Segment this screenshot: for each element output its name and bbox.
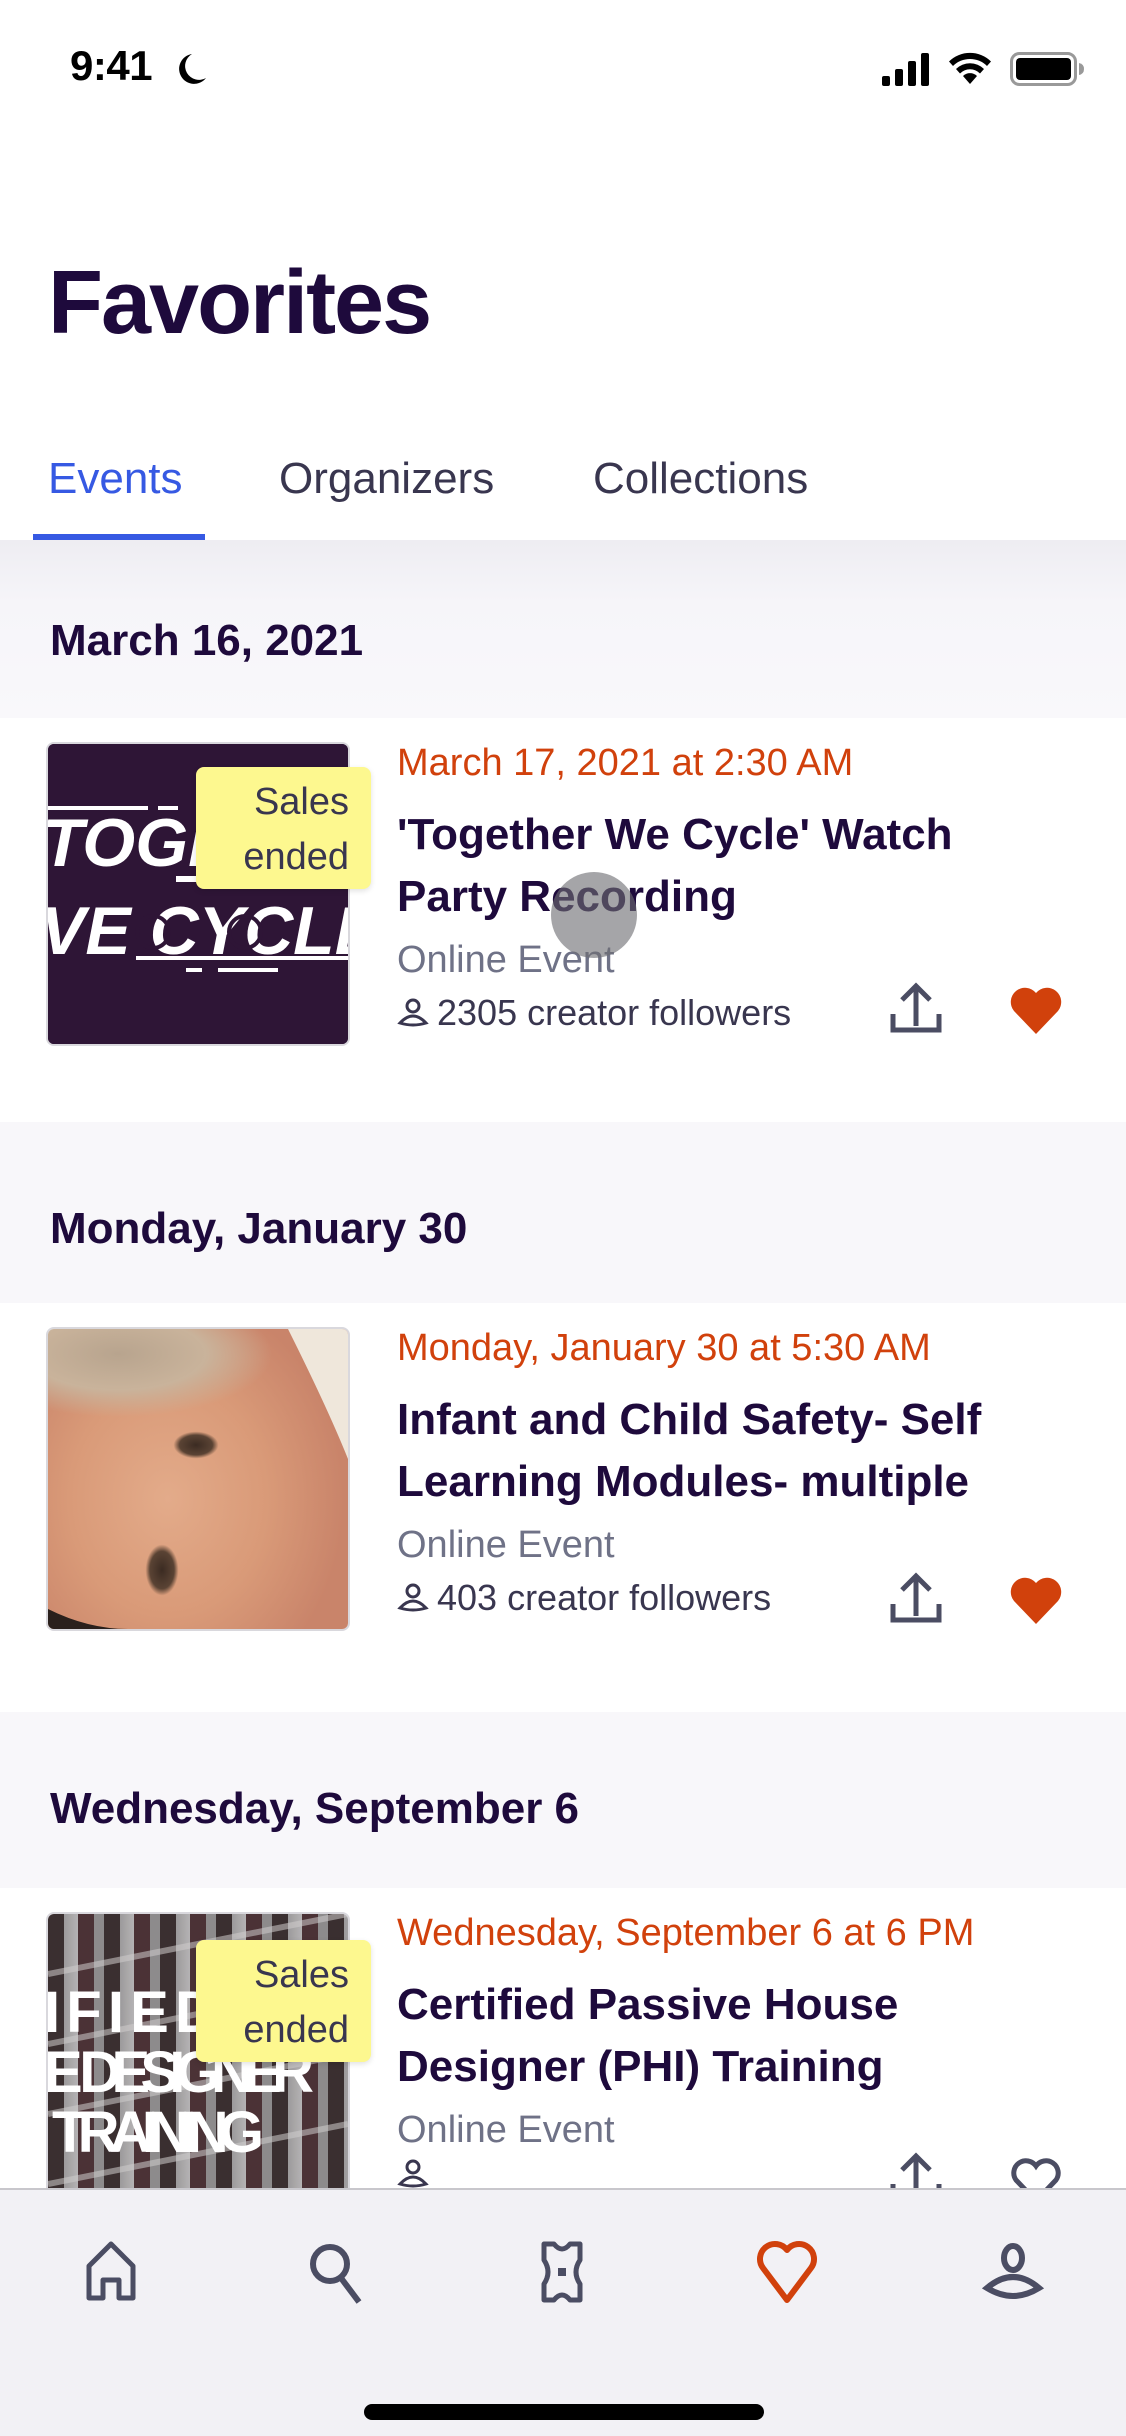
home-indicator [364, 2404, 764, 2420]
battery-icon [1010, 52, 1084, 86]
person-icon [397, 1583, 429, 1612]
share-icon[interactable] [888, 2148, 944, 2188]
event-card[interactable]: Monday, January 30 at 5:30 AM Infant and… [0, 1303, 1126, 1712]
ticket-icon[interactable] [530, 2240, 594, 2304]
cellular-signal-icon [882, 53, 929, 86]
event-location: Online Event [397, 2109, 615, 2151]
person-icon [397, 2159, 429, 2188]
heart-outline-icon[interactable] [1008, 2154, 1064, 2188]
event-date: March 17, 2021 at 2:30 AM [397, 742, 854, 784]
tab-collections[interactable]: Collections [593, 454, 808, 504]
share-icon[interactable] [888, 1568, 944, 1624]
tab-events[interactable]: Events [48, 454, 183, 504]
tab-bar-top: Events Organizers Collections [0, 440, 1126, 542]
badge-line2: ended [243, 836, 349, 878]
sales-ended-badge: Sales ended [196, 767, 371, 889]
section-header: Monday, January 30 [0, 1122, 1126, 1303]
event-info: March 17, 2021 at 2:30 AM 'Together We C… [397, 738, 1097, 1038]
tab-organizers[interactable]: Organizers [279, 454, 494, 504]
wifi-icon [949, 52, 991, 84]
event-date: Monday, January 30 at 5:30 AM [397, 1327, 931, 1369]
event-image [48, 1329, 348, 1629]
event-date: Wednesday, September 6 at 6 PM [397, 1912, 975, 1954]
status-bar: 9:41 [0, 0, 1126, 130]
heart-filled-icon[interactable] [1008, 1574, 1064, 1626]
event-card[interactable]: IFIED P E DESIGNER TRAINING Sales ended … [0, 1888, 1126, 2188]
profile-icon[interactable] [981, 2240, 1045, 2304]
person-icon [397, 998, 429, 1027]
section-date: Wednesday, September 6 [50, 1784, 580, 1833]
page-title: Favorites [48, 253, 432, 353]
image-text-line3: TRAINING [52, 2100, 264, 2165]
event-title[interactable]: 'Together We Cycle' Watch Party Recordin… [397, 804, 997, 928]
heart-icon[interactable] [755, 2240, 819, 2304]
followers-count: 2305 creator followers [437, 992, 792, 1033]
event-title[interactable]: Infant and Child Safety- Self Learning M… [397, 1389, 1037, 1513]
home-icon[interactable] [79, 2240, 143, 2304]
search-icon[interactable] [304, 2240, 368, 2304]
event-info: Wednesday, September 6 at 6 PM Certified… [397, 1908, 1097, 2188]
bottom-nav [0, 2188, 1126, 2436]
moon-icon [179, 54, 206, 84]
section-header: Wednesday, September 6 [0, 1712, 1126, 1888]
event-followers: 2305 creator followers [397, 988, 1097, 1038]
status-time: 9:41 [70, 42, 153, 89]
event-location: Online Event [397, 939, 615, 981]
event-followers [397, 2158, 1097, 2188]
section-header: March 16, 2021 [0, 542, 1126, 718]
heart-filled-icon[interactable] [1008, 984, 1064, 1036]
event-title[interactable]: Certified Passive House Designer (PHI) T… [397, 1974, 957, 2098]
badge-line2: ended [243, 2009, 349, 2051]
sales-ended-badge: Sales ended [196, 1940, 371, 2062]
event-location: Online Event [397, 1524, 615, 1566]
favorites-list[interactable]: March 16, 2021 TOGE VE CYCLE Sales ended [0, 542, 1126, 2188]
touch-indicator [551, 872, 637, 958]
followers-count: 403 creator followers [437, 1577, 772, 1618]
baby-photo [48, 1329, 348, 1629]
badge-line1: Sales [253, 1954, 349, 1996]
event-followers: 403 creator followers [397, 1573, 1097, 1623]
badge-line1: Sales [253, 781, 349, 823]
event-info: Monday, January 30 at 5:30 AM Infant and… [397, 1323, 1097, 1623]
section-date: Monday, January 30 [50, 1204, 468, 1253]
share-icon[interactable] [888, 978, 944, 1034]
section-date: March 16, 2021 [50, 616, 364, 665]
